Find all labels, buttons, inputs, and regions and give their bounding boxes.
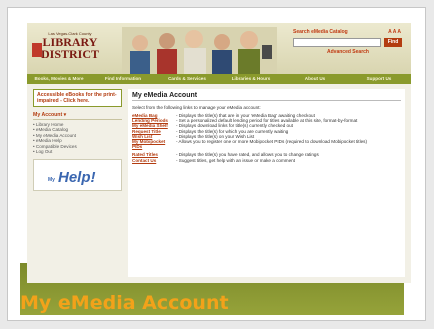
find-button[interactable]: Find bbox=[384, 38, 402, 47]
people-photo bbox=[122, 27, 277, 74]
nav-libraries-hours[interactable]: Libraries & Hours bbox=[219, 74, 283, 84]
my-account-heading[interactable]: My Account ▾ bbox=[33, 112, 122, 120]
advanced-search-link[interactable]: Advanced Search bbox=[293, 49, 403, 55]
nav-about-us[interactable]: About Us bbox=[283, 74, 347, 84]
site-header: Las Vegas-Clark County LIBRARY DISTRICT … bbox=[27, 23, 411, 74]
library-logo[interactable]: Las Vegas-Clark County LIBRARY DISTRICT bbox=[32, 31, 101, 67]
help-text: Help! bbox=[58, 169, 96, 187]
mobipocket-pids-link[interactable]: My Mobipocket PIDs bbox=[132, 139, 176, 149]
slide-caption: My eMedia Account bbox=[20, 292, 229, 314]
logo-district: DISTRICT bbox=[40, 47, 100, 61]
font-size-controls[interactable]: A A A bbox=[388, 29, 401, 35]
page-title: My eMedia Account bbox=[132, 92, 401, 101]
nav-find-information[interactable]: Find Information bbox=[91, 74, 155, 84]
nav-books[interactable]: Books, Movies & More bbox=[27, 74, 91, 84]
main-nav: Books, Movies & More Find Information Ca… bbox=[27, 74, 411, 84]
screenshot: Las Vegas-Clark County LIBRARY DISTRICT … bbox=[27, 23, 411, 283]
nav-support-us[interactable]: Support Us bbox=[347, 74, 411, 84]
intro-text: Select from the following links to manag… bbox=[132, 105, 261, 110]
search-input[interactable] bbox=[293, 38, 381, 47]
contact-us-link[interactable]: Contact Us bbox=[132, 158, 176, 163]
help-prefix: My bbox=[48, 177, 55, 184]
search-panel: A A A Search eMedia Catalog Find Advance… bbox=[293, 29, 403, 73]
nav-cards-services[interactable]: Cards & Services bbox=[155, 74, 219, 84]
help-banner[interactable]: My Help! bbox=[33, 159, 122, 192]
list-item: Contact Us - Suggest titles, get help wit… bbox=[132, 158, 401, 163]
search-title: Search eMedia Catalog bbox=[293, 29, 348, 35]
main-content: My eMedia Account Select from the follow… bbox=[128, 89, 405, 277]
link-description: - Allows you to register one or more Mob… bbox=[176, 139, 367, 145]
accessible-ebooks-link[interactable]: Accessible eBooks for the print-impaired… bbox=[33, 89, 122, 107]
sidebar-item-log-out[interactable]: • Log Out bbox=[33, 149, 122, 154]
list-item: My Mobipocket PIDs - Allows you to regist… bbox=[132, 139, 401, 149]
book-icon bbox=[32, 43, 42, 57]
link-description: - Suggest titles, get help with an issue… bbox=[176, 157, 295, 163]
sidebar: Accessible eBooks for the print-impaired… bbox=[33, 89, 122, 192]
account-links: eMedia Bag - Displays the title(s) that a… bbox=[132, 113, 401, 163]
